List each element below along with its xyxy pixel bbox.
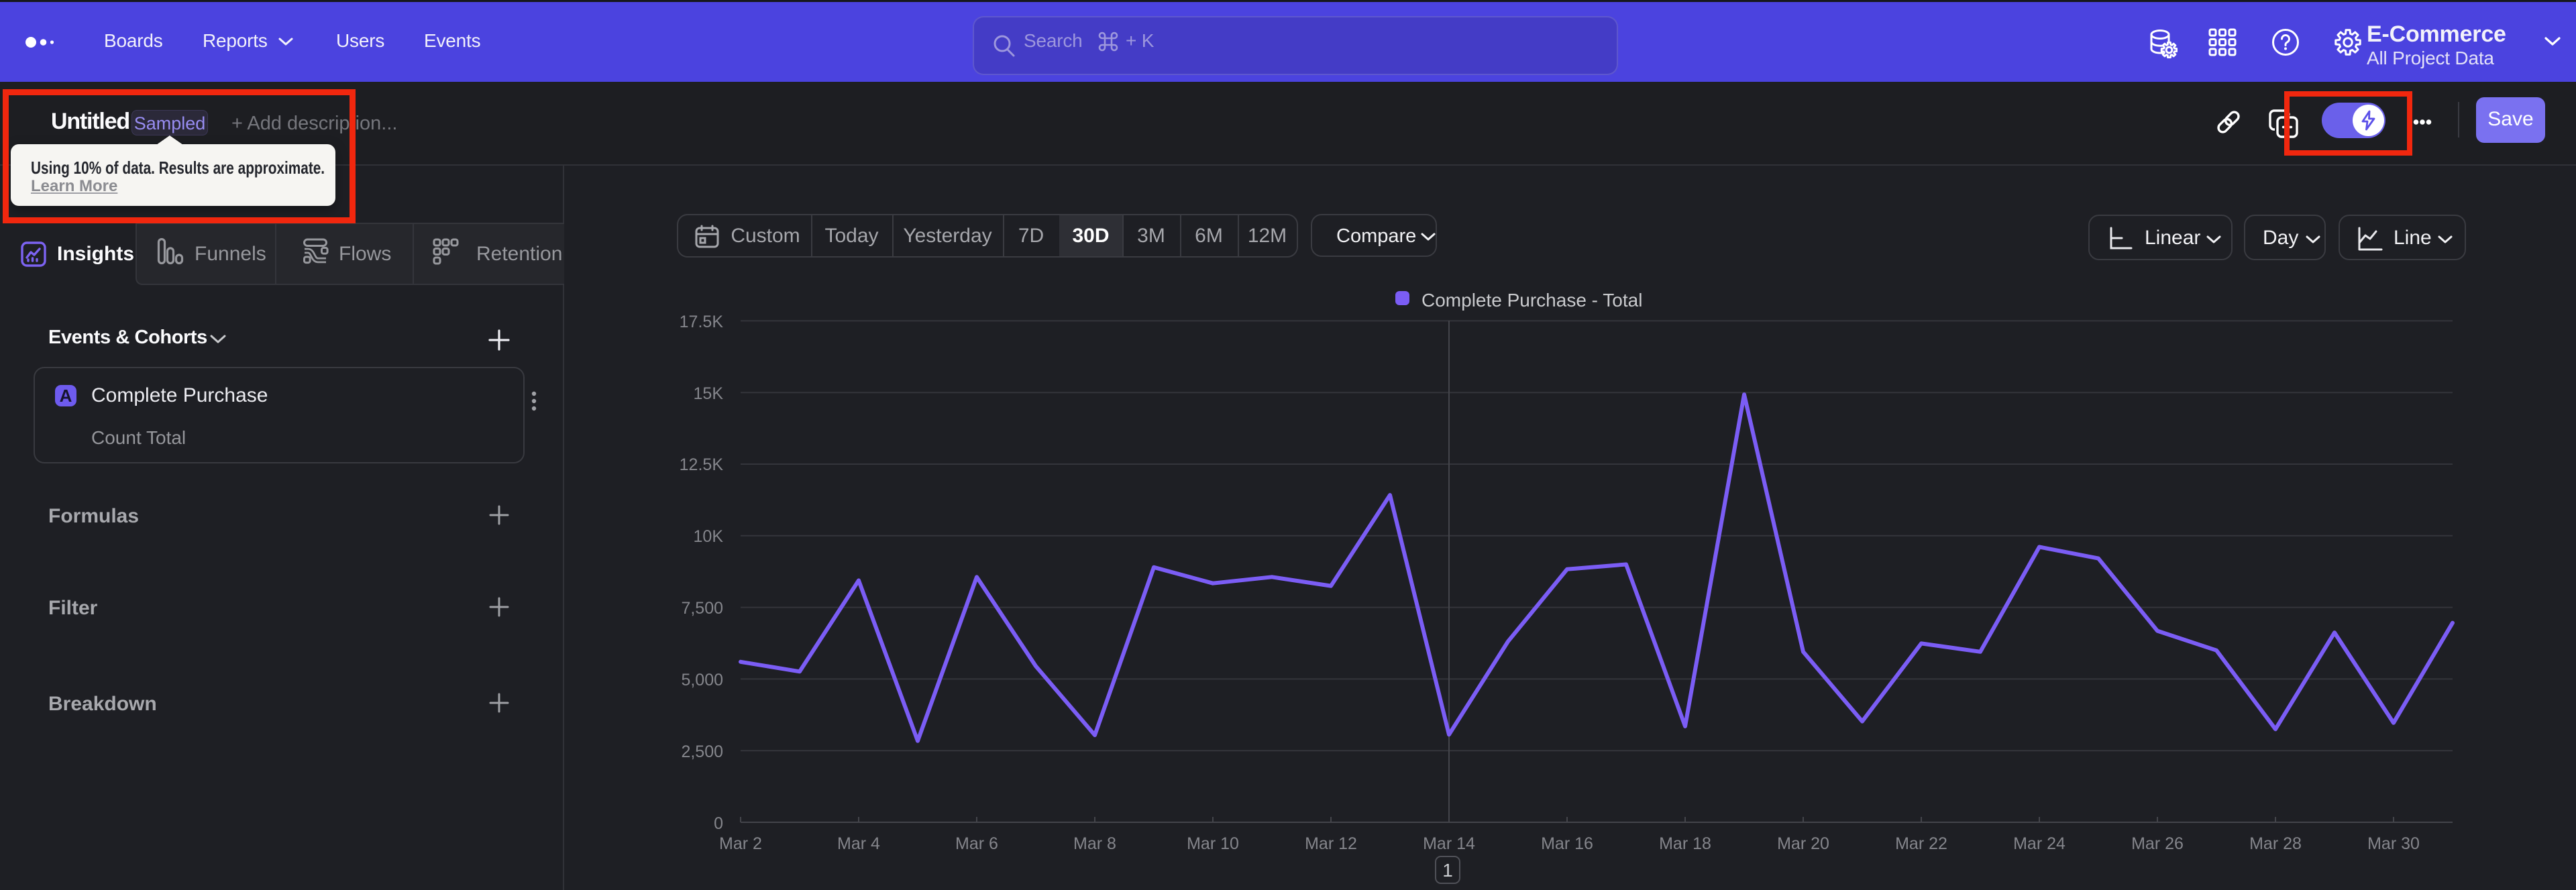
svg-text:Mar 20: Mar 20 (1777, 834, 1829, 853)
svg-text:Mar 2: Mar 2 (719, 834, 762, 853)
svg-text:7,500: 7,500 (681, 599, 723, 618)
svg-text:Mar 18: Mar 18 (1659, 834, 1711, 853)
svg-text:Mar 16: Mar 16 (1541, 834, 1593, 853)
svg-text:Mar 30: Mar 30 (2367, 834, 2420, 853)
svg-text:15K: 15K (694, 384, 724, 403)
svg-text:Mar 28: Mar 28 (2249, 834, 2302, 853)
svg-text:0: 0 (714, 814, 723, 833)
svg-text:5,000: 5,000 (681, 671, 723, 689)
svg-text:Mar 26: Mar 26 (2131, 834, 2184, 853)
svg-text:2,500: 2,500 (681, 742, 723, 761)
svg-text:Mar 22: Mar 22 (1895, 834, 1947, 853)
svg-text:Mar 24: Mar 24 (2013, 834, 2065, 853)
svg-text:12.5K: 12.5K (680, 455, 724, 474)
svg-text:Mar 12: Mar 12 (1305, 834, 1357, 853)
svg-text:Mar 4: Mar 4 (837, 834, 880, 853)
svg-text:17.5K: 17.5K (680, 313, 724, 331)
svg-text:Mar 8: Mar 8 (1073, 834, 1116, 853)
svg-text:Mar 10: Mar 10 (1187, 834, 1239, 853)
svg-text:Mar 14: Mar 14 (1423, 834, 1475, 853)
svg-text:10K: 10K (694, 527, 724, 546)
svg-text:Mar 6: Mar 6 (955, 834, 998, 853)
